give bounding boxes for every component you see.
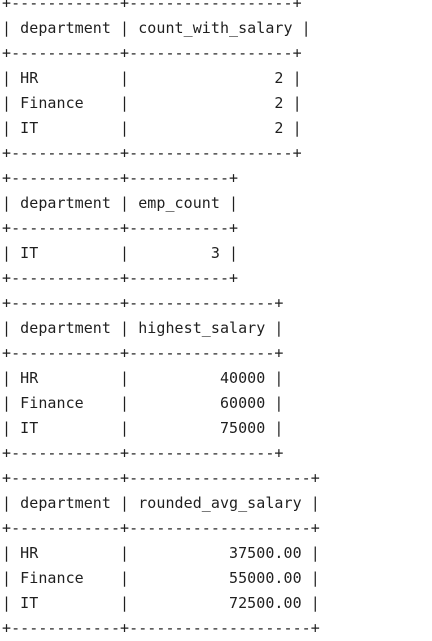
- table-border-line: +------------+------------------+: [2, 144, 302, 162]
- sql-output-console: +------------+------------------+ | depar…: [2, 0, 320, 641]
- table-border-line: +------------+-----------+: [2, 269, 239, 287]
- table-row-line: | Finance | 2 |: [2, 94, 302, 112]
- table-border-line: +------------+--------------------+: [2, 519, 320, 537]
- table-border-line: +------------+-----------+: [2, 169, 239, 187]
- table-row-line: | department | emp_count |: [2, 194, 239, 212]
- table-row-line: | department | rounded_avg_salary |: [2, 494, 320, 512]
- table-border-line: +------------+------------------+: [2, 0, 302, 12]
- table-border-line: +------------+--------------------+: [2, 619, 320, 637]
- table-row-line: | department | highest_salary |: [2, 319, 284, 337]
- table-border-line: +------------+----------------+: [2, 344, 284, 362]
- table-row-line: | Finance | 60000 |: [2, 394, 284, 412]
- table-row-line: | Finance | 55000.00 |: [2, 569, 320, 587]
- table-border-line: +------------+--------------------+: [2, 469, 320, 487]
- table-row-line: | department | count_with_salary |: [2, 19, 311, 37]
- table-row-line: | IT | 2 |: [2, 119, 302, 137]
- table-border-line: +------------+------------------+: [2, 44, 302, 62]
- table-row-line: | HR | 2 |: [2, 69, 302, 87]
- table-row-line: | IT | 72500.00 |: [2, 594, 320, 612]
- table-border-line: +------------+-----------+: [2, 219, 239, 237]
- table-row-line: | IT | 3 |: [2, 244, 239, 262]
- table-row-line: | HR | 40000 |: [2, 369, 284, 387]
- table-row-line: | HR | 37500.00 |: [2, 544, 320, 562]
- table-border-line: +------------+----------------+: [2, 294, 284, 312]
- table-row-line: | IT | 75000 |: [2, 419, 284, 437]
- table-border-line: +------------+----------------+: [2, 444, 284, 462]
